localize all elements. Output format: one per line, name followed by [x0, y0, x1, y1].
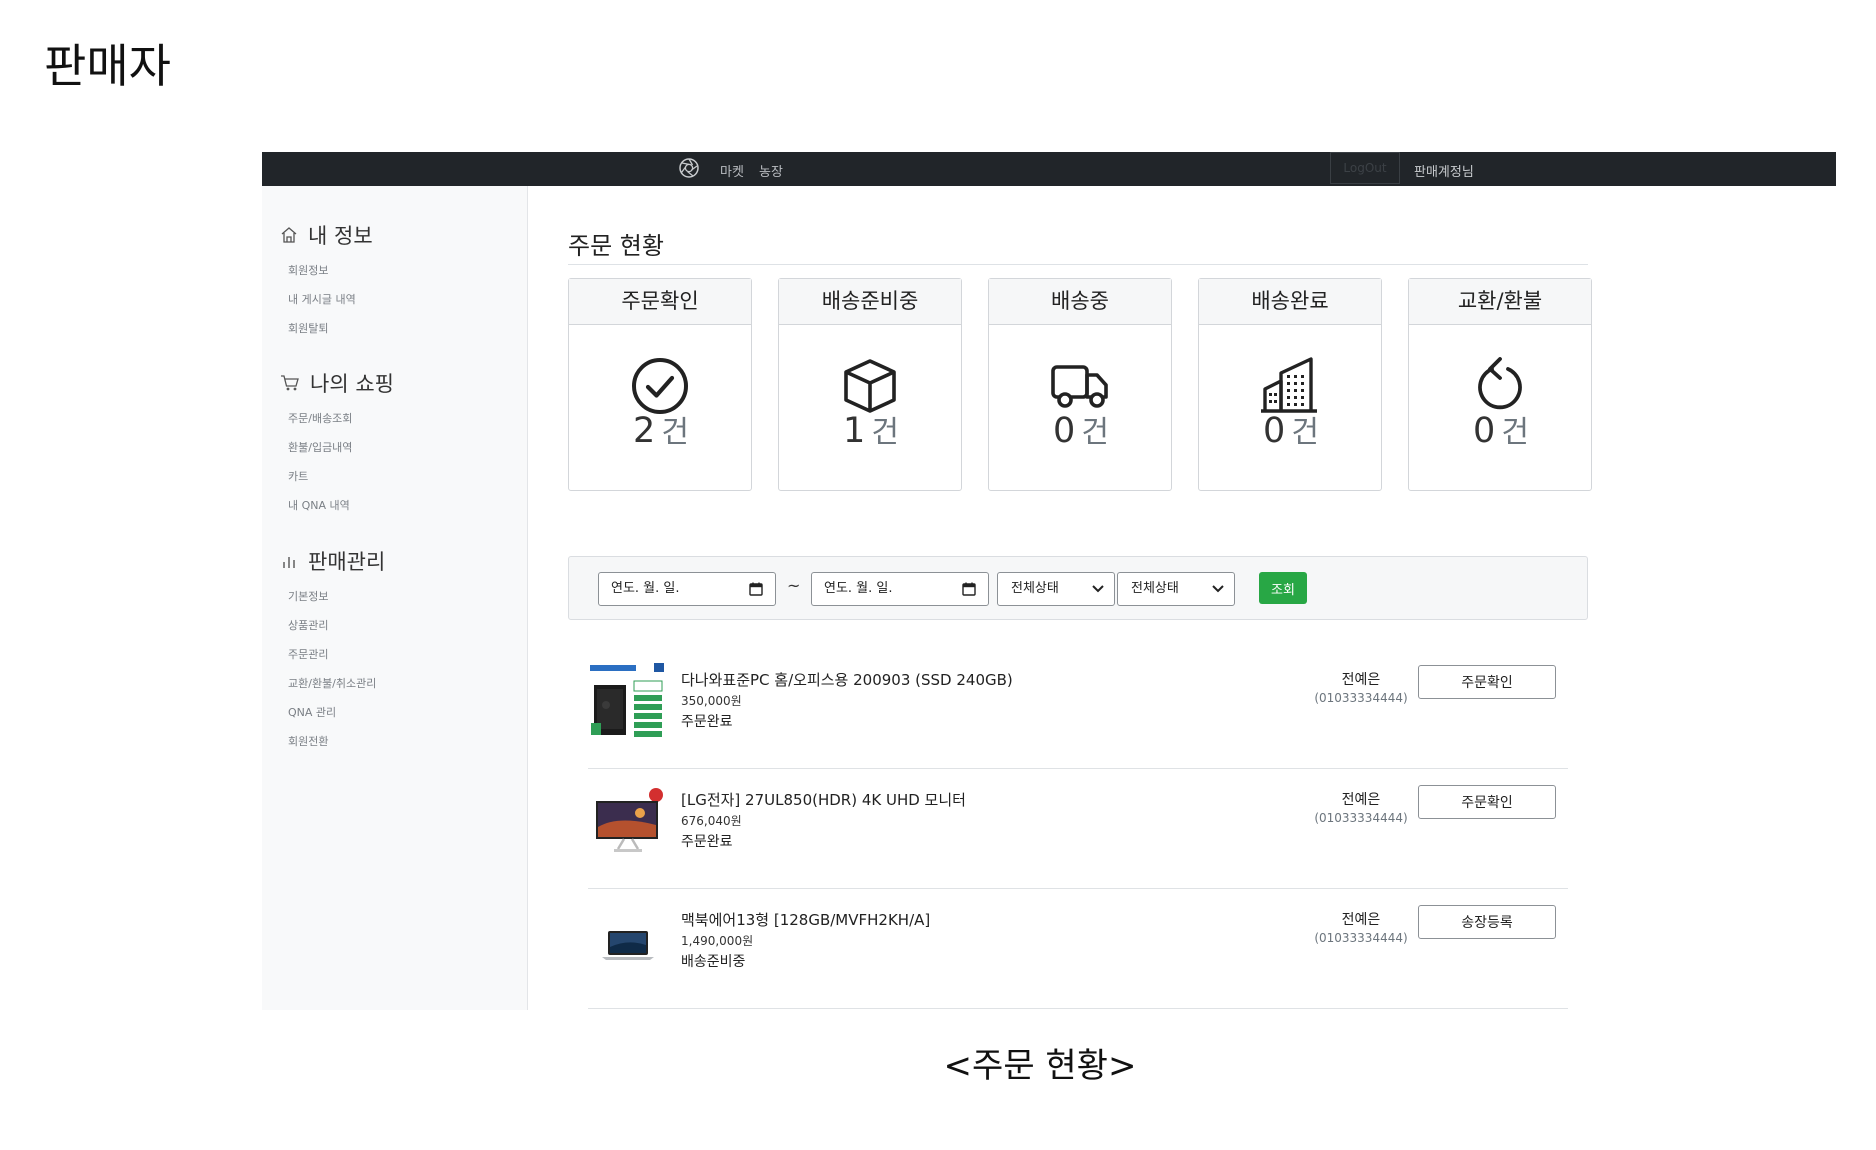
app-window: 마켓 농장 LogOut 판매계정님 내 정보 회원정보 내 게시글 내역 회원… — [262, 152, 1836, 1010]
title-divider — [568, 264, 1588, 265]
status-card-delivered[interactable]: 배송완료 0건 — [1198, 278, 1382, 491]
status-card-label: 주문확인 — [569, 279, 751, 325]
sidebar-group-sales-management[interactable]: 판매관리 — [280, 546, 385, 576]
status-card-count-line: 0건 — [1409, 407, 1593, 451]
date-placeholder: 연도. 월. 일. — [611, 581, 680, 596]
status-select-1[interactable]: 전체상태 — [997, 572, 1115, 606]
calendar-icon[interactable] — [962, 582, 976, 596]
chevron-down-icon — [1092, 585, 1104, 593]
status-select-2[interactable]: 전체상태 — [1117, 572, 1235, 606]
status-card-exchange-refund[interactable]: 교환/환불 0건 — [1408, 278, 1592, 491]
date-range-separator: ~ — [787, 576, 801, 595]
status-card-count-line: 0건 — [989, 407, 1173, 451]
status-card-shipping[interactable]: 배송중 0건 — [988, 278, 1172, 491]
buyer-phone: (01033334444) — [1314, 931, 1408, 945]
product-name[interactable]: 맥북에어13형 [128GB/MVFH2KH/A] — [681, 909, 930, 930]
buyer-name: 전예은 — [1341, 792, 1381, 808]
sidebar-item-my-posts[interactable]: 내 게시글 내역 — [288, 291, 356, 307]
order-row: 다나와표준PC 홈/오피스용 200903 (SSD 240GB) 350,00… — [588, 649, 1568, 769]
house-icon — [281, 227, 297, 243]
sidebar-group-my-info[interactable]: 내 정보 — [280, 220, 373, 250]
order-status: 주문완료 — [681, 714, 733, 730]
select-value: 전체상태 — [1131, 581, 1179, 596]
sidebar-group-label: 내 정보 — [308, 224, 373, 248]
select-value: 전체상태 — [1011, 581, 1059, 596]
cart-icon — [281, 375, 299, 391]
order-status: 배송준비중 — [681, 954, 746, 970]
order-status: 주문완료 — [681, 834, 733, 850]
chevron-down-icon — [1212, 585, 1224, 593]
aperture-icon[interactable] — [678, 157, 700, 179]
status-card-count: 0 — [1473, 411, 1496, 451]
document-caption: <주문 현황> — [943, 1046, 1137, 1086]
sidebar-item-cart[interactable]: 카트 — [288, 468, 308, 484]
order-row: 맥북에어13형 [128GB/MVFH2KH/A] 1,490,000원 배송준… — [588, 889, 1568, 1009]
sidebar-item-member-info[interactable]: 회원정보 — [288, 262, 328, 278]
product-name[interactable]: 다나와표준PC 홈/오피스용 200903 (SSD 240GB) — [681, 669, 1013, 690]
sidebar-group-my-shopping[interactable]: 나의 쇼핑 — [280, 368, 394, 398]
order-filter-bar: 연도. 월. 일. ~ 연도. 월. 일. 전체상태 전체상태 조회 — [568, 556, 1588, 620]
status-card-unit: 건 — [871, 415, 899, 450]
status-card-label: 배송준비중 — [779, 279, 961, 325]
product-price: 676,040원 — [681, 814, 742, 828]
status-card-count: 0 — [1053, 411, 1076, 451]
monitor-image — [588, 781, 668, 861]
status-card-unit: 건 — [1081, 415, 1109, 450]
status-card-count: 2 — [633, 411, 656, 451]
bar-chart-icon — [283, 557, 295, 568]
document-title: 판매자 — [44, 39, 171, 93]
desktop-pc-image — [588, 661, 668, 741]
confirm-order-button[interactable]: 주문확인 — [1418, 785, 1556, 819]
date-from-input[interactable]: 연도. 월. 일. — [598, 572, 776, 606]
sidebar-item-my-qna[interactable]: 내 QNA 내역 — [288, 497, 350, 513]
status-card-order-confirm[interactable]: 주문확인 2건 — [568, 278, 752, 491]
sidebar-item-refund-deposit[interactable]: 환불/입금내역 — [288, 439, 352, 455]
sidebar-item-exchange-refund[interactable]: 교환/환불/취소관리 — [288, 675, 376, 691]
status-card-unit: 건 — [1291, 415, 1319, 450]
buyer-phone: (01033334444) — [1314, 691, 1408, 705]
sidebar: 내 정보 회원정보 내 게시글 내역 회원탈퇴 나의 쇼핑 주문/배송조회 환불… — [262, 186, 528, 1010]
register-invoice-button[interactable]: 송장등록 — [1418, 905, 1556, 939]
sidebar-item-product-management[interactable]: 상품관리 — [288, 617, 328, 633]
product-name[interactable]: [LG전자] 27UL850(HDR) 4K UHD 모니터 — [681, 789, 966, 810]
sidebar-item-order-management[interactable]: 주문관리 — [288, 646, 328, 662]
date-to-input[interactable]: 연도. 월. 일. — [811, 572, 989, 606]
buyer-name: 전예은 — [1341, 912, 1381, 928]
sidebar-group-label: 판매관리 — [308, 550, 386, 574]
status-card-count: 1 — [843, 411, 866, 451]
status-card-unit: 건 — [661, 415, 689, 450]
search-button[interactable]: 조회 — [1259, 572, 1307, 604]
sidebar-item-basic-info[interactable]: 기본정보 — [288, 588, 328, 604]
status-card-label: 배송중 — [989, 279, 1171, 325]
status-card-preparing[interactable]: 배송준비중 1건 — [778, 278, 962, 491]
sidebar-item-member-conversion[interactable]: 회원전환 — [288, 733, 328, 749]
status-card-count-line: 1건 — [779, 407, 963, 451]
buyer-phone: (01033334444) — [1314, 811, 1408, 825]
confirm-order-button[interactable]: 주문확인 — [1418, 665, 1556, 699]
product-price: 350,000원 — [681, 694, 742, 708]
status-card-count: 0 — [1263, 411, 1286, 451]
top-navbar: 마켓 농장 LogOut 판매계정님 — [262, 152, 1836, 186]
product-price: 1,490,000원 — [681, 934, 754, 948]
user-name-label[interactable]: 판매계정님 — [1414, 161, 1474, 180]
status-card-label: 교환/환불 — [1409, 279, 1591, 325]
calendar-icon[interactable] — [749, 582, 763, 596]
page-title: 주문 현황 — [568, 232, 664, 260]
sidebar-item-withdraw[interactable]: 회원탈퇴 — [288, 320, 328, 336]
logout-button[interactable]: LogOut — [1330, 152, 1400, 184]
nav-link-farm[interactable]: 농장 — [759, 161, 783, 180]
sidebar-item-order-delivery[interactable]: 주문/배송조회 — [288, 410, 352, 426]
sidebar-group-label: 나의 쇼핑 — [310, 372, 394, 396]
status-card-count-line: 2건 — [569, 407, 753, 451]
laptop-image — [588, 901, 668, 981]
buyer-name: 전예은 — [1341, 672, 1381, 688]
status-card-count-line: 0건 — [1199, 407, 1383, 451]
order-row: [LG전자] 27UL850(HDR) 4K UHD 모니터 676,040원 … — [588, 769, 1568, 889]
status-card-label: 배송완료 — [1199, 279, 1381, 325]
status-card-unit: 건 — [1501, 415, 1529, 450]
nav-link-market[interactable]: 마켓 — [720, 161, 744, 180]
sidebar-item-qna-management[interactable]: QNA 관리 — [288, 704, 336, 720]
date-placeholder: 연도. 월. 일. — [824, 581, 893, 596]
